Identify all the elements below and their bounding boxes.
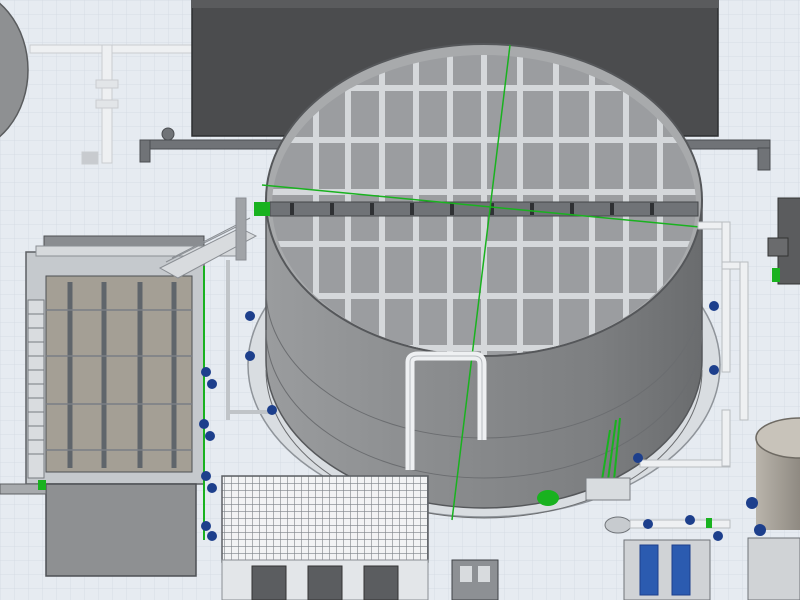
- plant-render: [0, 0, 800, 600]
- bridge-drive-green: [254, 202, 270, 216]
- louvered-structure: [221, 475, 429, 600]
- green-dome: [537, 490, 559, 506]
- scraper-bridge: [269, 201, 699, 217]
- main-clarifier-tank: [247, 43, 721, 521]
- plant-render-svg: [0, 0, 800, 600]
